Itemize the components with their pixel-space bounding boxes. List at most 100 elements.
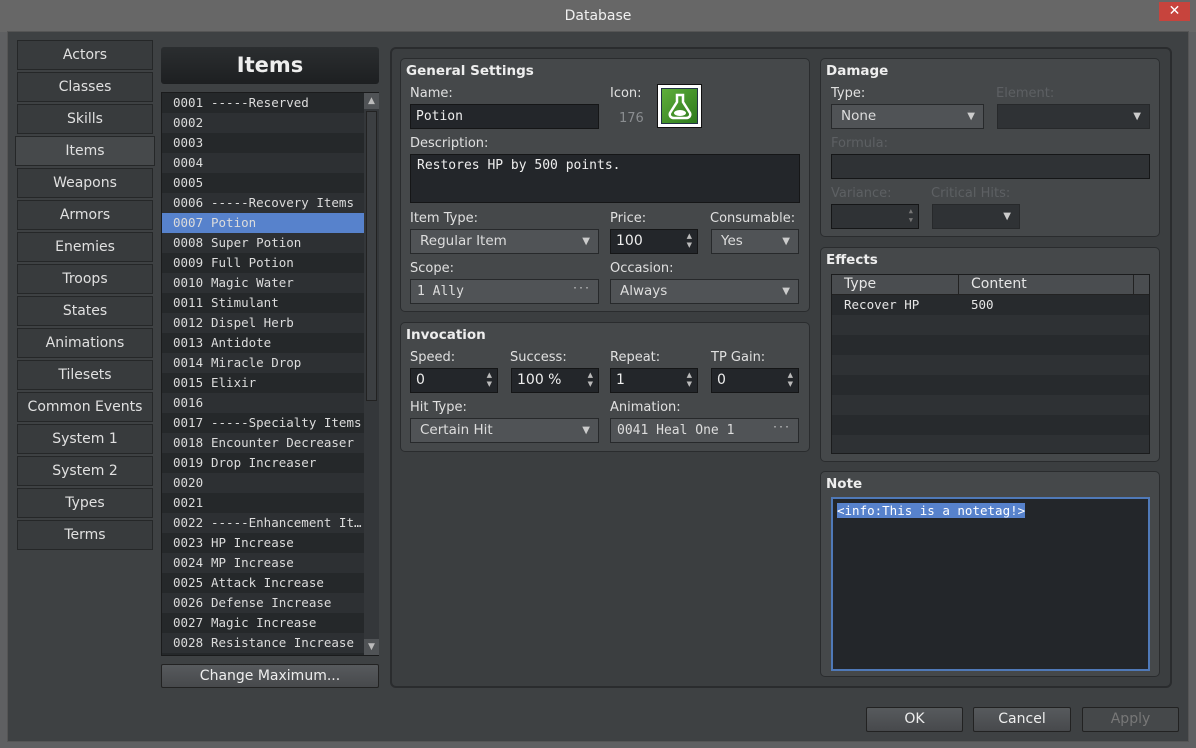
list-item[interactable]: 0022 -----Enhancement It… bbox=[162, 513, 364, 533]
list-item[interactable]: 0017 -----Specialty Items bbox=[162, 413, 364, 433]
column-header-content[interactable]: Content bbox=[959, 275, 1134, 294]
description-input[interactable]: Restores HP by 500 points. bbox=[410, 154, 800, 203]
scroll-thumb[interactable] bbox=[366, 111, 377, 401]
formula-input[interactable] bbox=[831, 154, 1150, 179]
tab-troops[interactable]: Troops bbox=[17, 264, 153, 294]
damage-type-select[interactable]: None ▼ bbox=[831, 104, 984, 129]
spinner-arrows-icon[interactable]: ▲ ▼ bbox=[909, 207, 913, 225]
variance-spinner[interactable]: ▲ ▼ bbox=[831, 204, 919, 229]
list-item[interactable]: 0009 Full Potion bbox=[162, 253, 364, 273]
tab-items[interactable]: Items bbox=[15, 136, 155, 166]
success-spinner[interactable]: 100 % ▲ ▼ bbox=[511, 368, 599, 393]
description-label: Description: bbox=[410, 136, 489, 151]
list-item[interactable]: 0026 Defense Increase bbox=[162, 593, 364, 613]
tab-classes[interactable]: Classes bbox=[17, 72, 153, 102]
icon-picker[interactable] bbox=[657, 84, 702, 128]
tp-gain-spinner[interactable]: 0 ▲ ▼ bbox=[711, 368, 799, 393]
list-item[interactable]: 0003 bbox=[162, 133, 364, 153]
list-item[interactable]: 0027 Magic Increase bbox=[162, 613, 364, 633]
spinner-arrows-icon[interactable]: ▲ ▼ bbox=[487, 371, 492, 389]
list-item[interactable]: 0021 bbox=[162, 493, 364, 513]
element-select[interactable]: ▼ bbox=[997, 104, 1150, 129]
effect-row[interactable] bbox=[832, 355, 1149, 375]
spinner-arrows-icon[interactable]: ▲ ▼ bbox=[588, 371, 593, 389]
animation-label: Animation: bbox=[610, 400, 681, 415]
tab-types[interactable]: Types bbox=[17, 488, 153, 518]
list-item[interactable]: 0024 MP Increase bbox=[162, 553, 364, 573]
list-item[interactable]: 0023 HP Increase bbox=[162, 533, 364, 553]
list-item[interactable]: 0014 Miracle Drop bbox=[162, 353, 364, 373]
critical-hits-select[interactable]: ▼ bbox=[932, 204, 1020, 229]
list-item[interactable]: 0008 Super Potion bbox=[162, 233, 364, 253]
tab-system-1[interactable]: System 1 bbox=[17, 424, 153, 454]
close-button[interactable]: ✕ bbox=[1159, 2, 1190, 21]
list-item[interactable]: 0001 -----Reserved bbox=[162, 93, 364, 113]
list-item[interactable]: 0011 Stimulant bbox=[162, 293, 364, 313]
price-spinner[interactable]: 100 ▲ ▼ bbox=[610, 229, 698, 254]
spinner-arrows-icon[interactable]: ▲ ▼ bbox=[687, 371, 692, 389]
name-input[interactable]: Potion bbox=[410, 104, 599, 129]
list-item[interactable]: 0025 Attack Increase bbox=[162, 573, 364, 593]
item-type-select[interactable]: Regular Item ▼ bbox=[410, 229, 599, 254]
effects-table[interactable]: Type Content Recover HP 500 bbox=[831, 274, 1150, 454]
list-item[interactable]: 0015 Elixir bbox=[162, 373, 364, 393]
list-item[interactable]: 0019 Drop Increaser bbox=[162, 453, 364, 473]
list-item[interactable]: 0007 Potion bbox=[162, 213, 364, 233]
effect-type: Recover HP bbox=[844, 297, 920, 312]
list-item[interactable]: 0013 Antidote bbox=[162, 333, 364, 353]
tab-common-events[interactable]: Common Events bbox=[17, 392, 153, 422]
speed-spinner[interactable]: 0 ▲ ▼ bbox=[410, 368, 498, 393]
scroll-down-icon[interactable]: ▼ bbox=[364, 639, 379, 655]
list-item[interactable]: 0012 Dispel Herb bbox=[162, 313, 364, 333]
cancel-button[interactable]: Cancel bbox=[973, 707, 1071, 732]
list-item[interactable]: 0004 bbox=[162, 153, 364, 173]
list-item[interactable]: 0028 Resistance Increase bbox=[162, 633, 364, 653]
tab-terms[interactable]: Terms bbox=[17, 520, 153, 550]
ok-button[interactable]: OK bbox=[866, 707, 963, 732]
animation-select[interactable]: 0041 Heal One 1 ··· bbox=[610, 418, 799, 443]
list-item[interactable]: 0002 bbox=[162, 113, 364, 133]
effect-row[interactable]: Recover HP 500 bbox=[832, 295, 1149, 315]
occasion-select[interactable]: Always ▼ bbox=[610, 279, 799, 304]
list-scrollbar[interactable]: ▲ ▼ bbox=[364, 93, 379, 655]
item-id: 0021 bbox=[173, 495, 204, 510]
effect-row[interactable] bbox=[832, 395, 1149, 415]
effect-row[interactable] bbox=[832, 335, 1149, 355]
note-textarea[interactable]: <info:This is a notetag!> bbox=[831, 497, 1150, 671]
tab-system-2[interactable]: System 2 bbox=[17, 456, 153, 486]
item-list[interactable]: 0001 -----Reserved 0002 0003 0004 0005 0006 ---… bbox=[161, 92, 379, 656]
consumable-select[interactable]: Yes ▼ bbox=[711, 229, 799, 254]
spinner-arrows-icon[interactable]: ▲ ▼ bbox=[687, 232, 692, 250]
effect-row[interactable] bbox=[832, 315, 1149, 335]
item-name: Full Potion bbox=[211, 255, 294, 270]
scope-select[interactable]: 1 Ally ··· bbox=[410, 279, 599, 304]
note-text: <info:This is a notetag!> bbox=[837, 503, 1026, 518]
list-item[interactable]: 0020 bbox=[162, 473, 364, 493]
list-item[interactable]: 0018 Encounter Decreaser bbox=[162, 433, 364, 453]
tab-actors[interactable]: Actors bbox=[17, 40, 153, 70]
tab-tilesets[interactable]: Tilesets bbox=[17, 360, 153, 390]
change-maximum-button[interactable]: Change Maximum... bbox=[161, 664, 379, 688]
list-item[interactable]: 0006 -----Recovery Items bbox=[162, 193, 364, 213]
tab-states[interactable]: States bbox=[17, 296, 153, 326]
effect-row[interactable] bbox=[832, 435, 1149, 453]
tab-weapons[interactable]: Weapons bbox=[17, 168, 153, 198]
hit-type-select[interactable]: Certain Hit ▼ bbox=[410, 418, 599, 443]
list-item[interactable]: 0010 Magic Water bbox=[162, 273, 364, 293]
list-item[interactable]: 0016 bbox=[162, 393, 364, 413]
item-id: 0022 bbox=[173, 515, 204, 530]
tab-enemies[interactable]: Enemies bbox=[17, 232, 153, 262]
tab-skills[interactable]: Skills bbox=[17, 104, 153, 134]
item-id: 0001 bbox=[173, 95, 204, 110]
scroll-up-icon[interactable]: ▲ bbox=[364, 93, 379, 109]
consumable-value: Yes bbox=[721, 233, 743, 249]
spinner-arrows-icon[interactable]: ▲ ▼ bbox=[788, 371, 793, 389]
effect-row[interactable] bbox=[832, 375, 1149, 395]
effect-row[interactable] bbox=[832, 415, 1149, 435]
repeat-spinner[interactable]: 1 ▲ ▼ bbox=[610, 368, 698, 393]
tab-armors[interactable]: Armors bbox=[17, 200, 153, 230]
list-item[interactable]: 0005 bbox=[162, 173, 364, 193]
column-header-type[interactable]: Type bbox=[832, 275, 959, 294]
apply-button[interactable]: Apply bbox=[1082, 707, 1179, 732]
tab-animations[interactable]: Animations bbox=[17, 328, 153, 358]
